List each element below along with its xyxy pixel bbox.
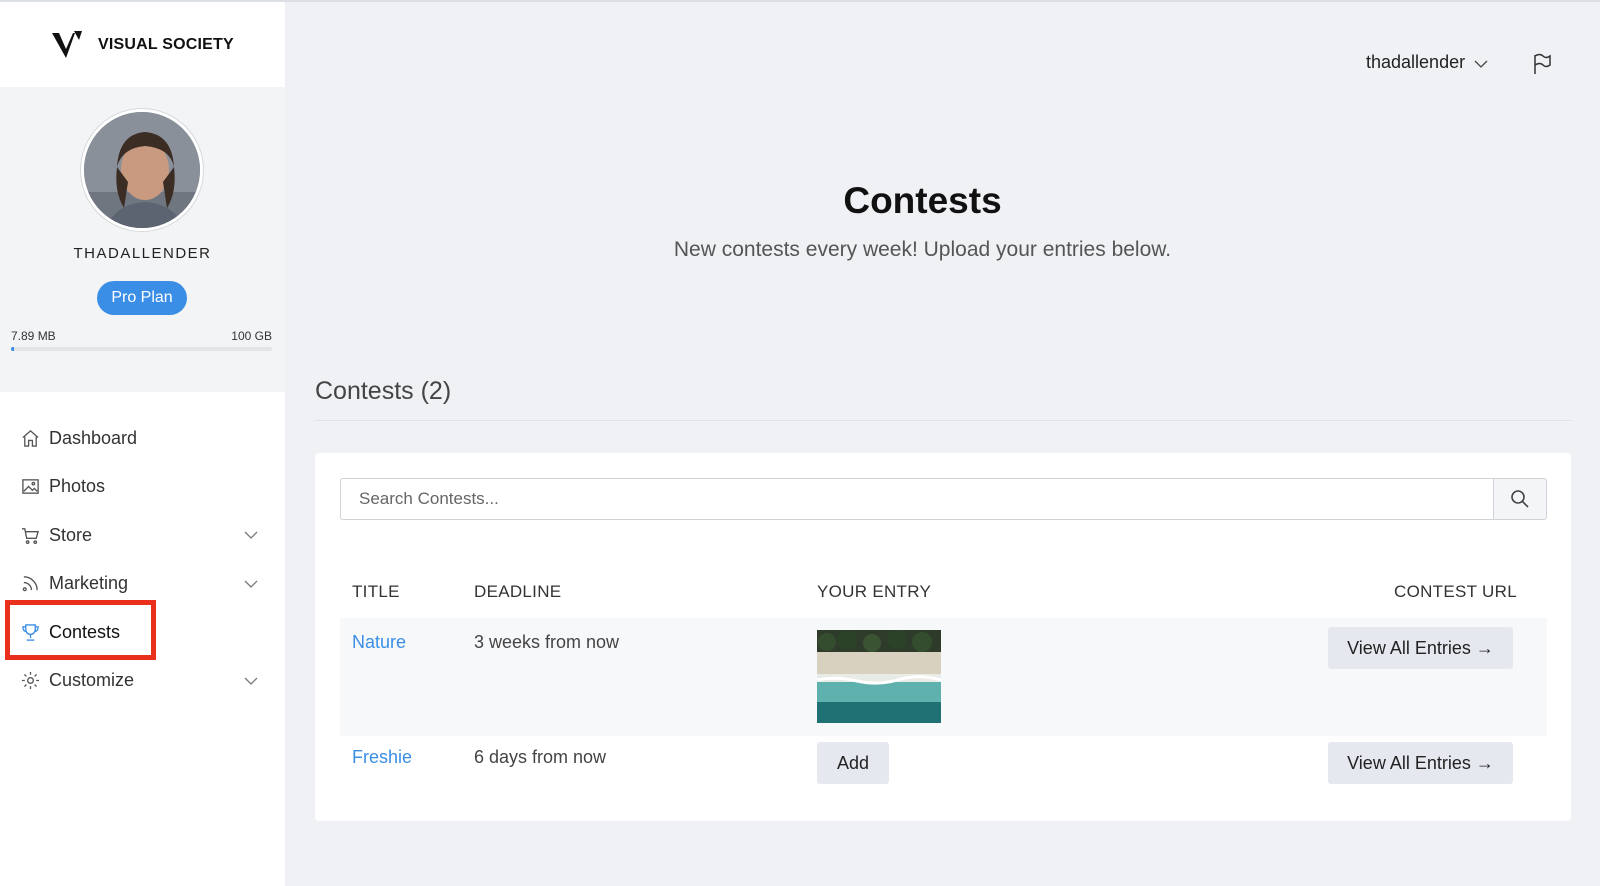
sidebar-item-label: Marketing — [49, 573, 129, 594]
page-title: Contests — [843, 180, 1002, 221]
search-button[interactable] — [1493, 478, 1547, 520]
column-header-title[interactable]: TITLE — [352, 582, 400, 602]
sidebar-item-customize[interactable]: Customize — [0, 657, 285, 706]
view-all-entries-button[interactable]: View All Entries → — [1328, 627, 1513, 669]
user-menu[interactable]: thadallender — [1366, 52, 1488, 73]
page-subtitle: New contests every week! Upload your ent… — [673, 238, 1172, 261]
main-content: thadallender Contests New contests every… — [285, 0, 1600, 886]
brand-name: VISUAL SOCIETY — [98, 35, 234, 53]
column-header-deadline[interactable]: DEADLINE — [474, 582, 561, 602]
view-all-entries-button[interactable]: View All Entries → — [1328, 742, 1513, 784]
highlight-annotation — [5, 600, 156, 660]
user-menu-name: thadallender — [1366, 52, 1466, 72]
cart-icon — [20, 525, 40, 545]
home-icon — [20, 428, 40, 448]
rss-icon — [20, 574, 40, 594]
search-icon — [1511, 490, 1529, 508]
chevron-down-icon[interactable] — [244, 674, 258, 688]
sidebar-item-label: Store — [49, 524, 93, 545]
column-header-url: CONTEST URL — [1394, 582, 1517, 601]
storage-bar — [11, 347, 272, 351]
search-bar — [340, 478, 1547, 520]
contests-card: TITLE DEADLINE YOUR ENTRY CONTEST URL Na… — [315, 453, 1571, 821]
section-title: Contests (2) — [315, 377, 452, 405]
contest-title-link[interactable]: Freshie — [352, 747, 412, 768]
logo-icon — [52, 30, 82, 58]
sidebar-nav: Dashboard Photos Store Marketing Contest… — [0, 414, 285, 705]
storage-total: 100 GB — [231, 329, 272, 343]
sidebar-item-label: Customize — [49, 670, 135, 691]
flag-icon[interactable] — [1532, 53, 1552, 75]
section-divider — [315, 420, 1571, 421]
entry-thumbnail[interactable] — [817, 630, 941, 723]
add-entry-button[interactable]: Add — [817, 742, 889, 784]
avatar[interactable] — [81, 109, 203, 231]
storage-used: 7.89 MB — [11, 329, 56, 343]
chevron-down-icon — [1474, 60, 1488, 68]
plan-badge[interactable]: Pro Plan — [97, 281, 187, 315]
sidebar-item-store[interactable]: Store — [0, 511, 285, 560]
brand[interactable]: VISUAL SOCIETY — [0, 0, 285, 87]
storage-bar-fill — [11, 347, 14, 351]
image-icon — [20, 477, 40, 497]
gear-icon — [20, 671, 40, 691]
contest-deadline: 3 weeks from now — [474, 632, 620, 652]
search-input[interactable] — [340, 478, 1493, 520]
sidebar-item-label: Dashboard — [49, 427, 138, 448]
profile-username: THADALLENDER — [73, 245, 212, 262]
sidebar: VISUAL SOCIETY THADALLENDER Pro Plan 7.8… — [0, 0, 285, 886]
sidebar-item-label: Photos — [49, 476, 106, 497]
contest-deadline: 6 days from now — [474, 747, 607, 767]
chevron-down-icon[interactable] — [244, 528, 258, 542]
sidebar-item-dashboard[interactable]: Dashboard — [0, 414, 285, 463]
sidebar-item-photos[interactable]: Photos — [0, 463, 285, 512]
contest-title-link[interactable]: Nature — [352, 632, 406, 653]
column-header-entry: YOUR ENTRY — [817, 582, 932, 601]
chevron-down-icon[interactable] — [244, 577, 258, 591]
profile-panel: THADALLENDER Pro Plan 7.89 MB 100 GB — [0, 87, 285, 392]
